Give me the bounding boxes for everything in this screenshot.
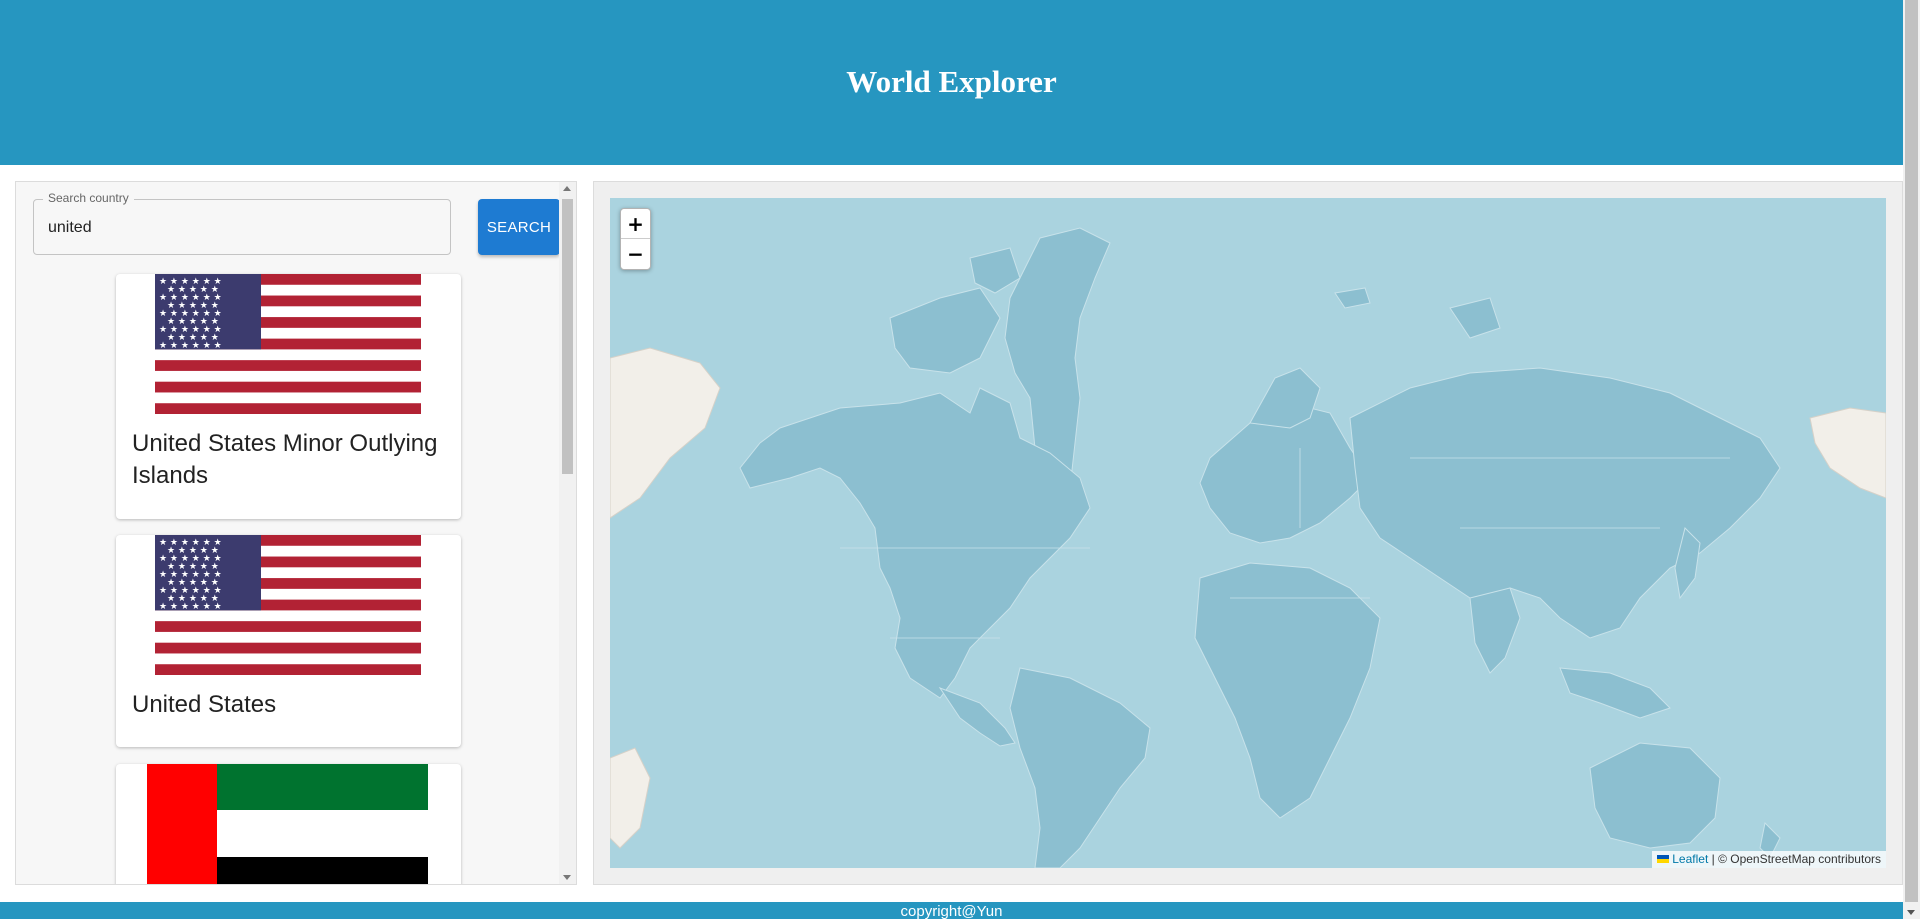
page-scrollbar-thumb[interactable] (1905, 0, 1918, 902)
map-attribution: Leaflet | © OpenStreetMap contributors (1652, 851, 1886, 868)
central-america-shape (938, 686, 1016, 747)
page-footer: copyright@Yun (0, 902, 1903, 920)
app-header: World Explorer (0, 0, 1903, 165)
page-scroll-down-icon[interactable] (1907, 910, 1915, 915)
india-shape (1469, 587, 1521, 674)
asia-shape (1349, 367, 1781, 639)
uae-flag-icon (147, 764, 428, 884)
results-scrollbar[interactable] (559, 182, 576, 884)
zoom-out-button[interactable]: − (621, 239, 650, 269)
page-title: World Explorer (846, 63, 1057, 99)
zoom-control: + − (620, 208, 651, 270)
country-card[interactable] (116, 764, 461, 884)
copyright-text: copyright@Yun (900, 903, 1003, 920)
world-map-tiles (610, 227, 1886, 868)
svalbard-shape (1334, 287, 1371, 309)
country-card[interactable]: ★ ★ ★ ★ ★ ★ ★ ★ ★ ★ ★ ★ ★ ★ ★ ★ ★ ★ ★ ★ ★ … (116, 274, 461, 519)
southeast-asia-shape (1559, 667, 1671, 719)
search-field[interactable]: Search country (33, 191, 451, 255)
arctic-islands-shape-2 (969, 247, 1021, 294)
ukraine-flag-icon (1657, 854, 1670, 863)
scrollbar-thumb[interactable] (562, 199, 573, 474)
chukotka-east-shape (1809, 407, 1886, 499)
country-list-panel: Search country SEARCH ★ ★ ★ ★ ★ ★★ ★ ★ ★… (15, 181, 577, 885)
attribution-text: | © OpenStreetMap contributors (1708, 852, 1881, 866)
novaya-zemlya-shape (1449, 297, 1501, 339)
country-name: United States Minor Outlying Islands (132, 430, 438, 489)
africa-shape (1194, 562, 1381, 819)
scroll-down-icon[interactable] (563, 875, 571, 880)
world-map[interactable]: + − Leaflet | © OpenStreetMap contributo… (610, 198, 1886, 868)
page-scrollbar[interactable] (1903, 0, 1920, 919)
leaflet-link[interactable]: Leaflet (1672, 852, 1708, 866)
us-flag-icon: ★ ★ ★ ★ ★ ★★ ★ ★ ★ ★ ★ ★ ★ ★ ★ ★★ ★ ★ ★ … (155, 274, 421, 414)
scroll-up-icon[interactable] (563, 186, 571, 191)
new-zealand-west-shape (610, 747, 651, 849)
map-panel: + − Leaflet | © OpenStreetMap contributo… (593, 181, 1903, 885)
search-button[interactable]: SEARCH (478, 199, 560, 255)
arctic-islands-shape (889, 287, 1001, 374)
search-label: Search country (43, 191, 134, 205)
alaska-west-shape (610, 347, 721, 519)
country-card[interactable]: ★ ★ ★ ★ ★ ★ ★ ★ ★ ★ ★ ★ ★ ★ ★ ★ ★ ★ ★ ★ ★ … (116, 535, 461, 747)
svg-text:★ ★ ★ ★ ★ ★: ★ ★ ★ ★ ★ ★ (159, 341, 222, 351)
australia-shape (1589, 742, 1721, 849)
search-input[interactable] (48, 217, 438, 239)
svg-text:★ ★ ★ ★ ★ ★: ★ ★ ★ ★ ★ ★ (159, 602, 222, 612)
country-name: United States (132, 691, 277, 718)
search-bar: Search country SEARCH (33, 191, 560, 257)
us-flag-icon: ★ ★ ★ ★ ★ ★★ ★ ★ ★ ★ ★ ★ ★ ★ ★ ★★ ★ ★ ★ … (155, 535, 421, 675)
south-america-shape (1009, 667, 1151, 868)
zoom-in-button[interactable]: + (621, 209, 650, 239)
